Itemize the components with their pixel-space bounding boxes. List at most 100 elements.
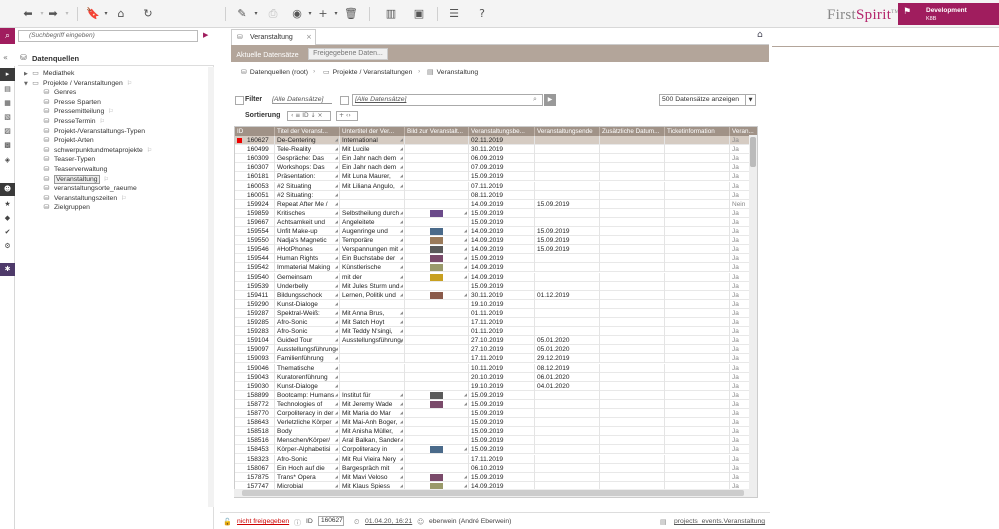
column-header[interactable]: Untertitel der Ver... bbox=[340, 127, 405, 136]
column-header[interactable]: Titel der Veranst... bbox=[275, 127, 340, 136]
tree-item[interactable]: ⛁ Teaserverwaltung bbox=[42, 164, 108, 174]
table-name[interactable]: projects_events.Veranstaltung bbox=[674, 518, 765, 525]
add-dropdown-icon[interactable]: ▾ bbox=[328, 6, 344, 22]
table-row[interactable]: 159030 Kunst-Dialoge ◢ 19.10.2019 04.01.2020… bbox=[235, 381, 757, 391]
table-row[interactable]: 159924 Repeat After Me / ◢ 14.09.2019 15.09.… bbox=[235, 199, 757, 209]
tree-perspective-icon[interactable]: ▸ bbox=[0, 68, 15, 81]
search-icon[interactable]: ⌕ bbox=[0, 28, 15, 44]
breadcrumb-item-folder[interactable]: ▭ Projekte / Veranstaltungen bbox=[323, 68, 412, 76]
column-header[interactable]: Ticketinformation bbox=[665, 127, 730, 136]
table-row[interactable]: 160499 Tele-Reality ◢ Mit Lucile ◢ 30.11.2019… bbox=[235, 145, 757, 155]
tree-item[interactable]: ⛁ Veranstaltungszeiten ⚐ bbox=[42, 193, 127, 203]
tree-item[interactable]: ⛁ schwerpunktundmetaprojekte ⚐ bbox=[42, 145, 153, 155]
image-thumbnail[interactable] bbox=[430, 228, 443, 235]
tree-item[interactable]: ⛁ Projekt-/Veranstaltungs-Typen bbox=[42, 126, 146, 136]
collapse-panel-icon[interactable]: « bbox=[3, 53, 8, 62]
check-icon[interactable]: ✔ bbox=[0, 226, 15, 239]
edit-dropdown-icon[interactable]: ▾ bbox=[248, 6, 264, 22]
tree-item[interactable]: ⛁ Teaser-Typen bbox=[42, 154, 96, 164]
list-icon[interactable]: ☰ bbox=[446, 6, 462, 22]
image-thumbnail[interactable] bbox=[430, 264, 443, 272]
content-store-icon[interactable]: ▧ bbox=[0, 111, 15, 124]
table-row[interactable]: 160627 De-Centering ◢ International ◢ 02.11.2… bbox=[235, 136, 757, 146]
tab-current-records[interactable]: Aktuelle Datensätze bbox=[232, 49, 303, 62]
search-go-icon[interactable]: ▶ bbox=[203, 31, 208, 39]
table-row[interactable]: 159542 Immaterial Making ◢ Künstlerische ◢ ◢ 1… bbox=[235, 263, 757, 273]
table-row[interactable]: 159544 Human Rights ◢ Ein Buchstabe der ◢ ◢ 15… bbox=[235, 254, 757, 264]
table-row[interactable]: 159411 Bildungsschock ◢ Lernen, Politik und… bbox=[235, 290, 757, 300]
release-status[interactable]: nicht freigegeben bbox=[237, 518, 289, 525]
refresh-icon[interactable]: ↻ bbox=[140, 6, 156, 22]
table-vertical-scroll-thumb[interactable] bbox=[750, 137, 756, 167]
tasks-icon[interactable]: ★ bbox=[0, 198, 15, 211]
tree-item[interactable]: ⛁ Veranstaltung ⚐ bbox=[42, 174, 109, 184]
tree-item[interactable]: ⛁ Zielgruppen bbox=[42, 202, 90, 212]
bookmark-dropdown-icon[interactable]: ▾ bbox=[98, 6, 114, 22]
close-icon[interactable]: × bbox=[306, 33, 312, 41]
help-icon[interactable]: ? bbox=[474, 6, 490, 22]
table-row[interactable]: 157875 Trans* Opera ◢ Mit Mavi Veloso ◢ ◢ 15.0… bbox=[235, 472, 757, 482]
plugin-icon[interactable]: ✱ bbox=[0, 263, 15, 276]
image-thumbnail[interactable] bbox=[430, 273, 443, 281]
project-badge[interactable]: ⚑ Development K8B bbox=[898, 3, 999, 25]
tree-item[interactable]: ▼ ▭ Projekte / Veranstaltungen ⚐ bbox=[24, 78, 132, 88]
tab-released-records[interactable]: Freigegebene Daten... bbox=[308, 48, 388, 60]
site-store-icon[interactable]: ▦ bbox=[0, 97, 15, 110]
table-row[interactable]: 160053 #2 Situating ◢ Mit Liliana Angulo, ◢ 0… bbox=[235, 181, 757, 191]
stats-icon[interactable]: ▥ bbox=[383, 6, 399, 22]
image-thumbnail[interactable] bbox=[430, 209, 443, 217]
tree-scrollbar[interactable] bbox=[208, 67, 214, 507]
column-header[interactable]: Bild zur Veranstalt... bbox=[405, 127, 469, 136]
table-row[interactable]: 159554 Unfit Make-up ◢ Augenringe und ◢ ◢ 14.0… bbox=[235, 227, 757, 237]
table-row[interactable]: 159287 Spektral-Weiß: ◢ Mit Anna Brus, ◢ 01.1… bbox=[235, 308, 757, 318]
settings-icon[interactable]: ⚙ bbox=[0, 240, 15, 253]
image-thumbnail[interactable] bbox=[430, 246, 443, 254]
table-row[interactable]: 158453 Körper-Alphabetisi ◢ Corpoliteracy i… bbox=[235, 445, 757, 455]
table-row[interactable]: 158518 Body ◢ Mit Anisha Müller, ◢ 15.09.2019… bbox=[235, 427, 757, 437]
table-row[interactable]: 160181 Präsentation: ◢ Mit Luna Maurer, ◢ 15.… bbox=[235, 172, 757, 182]
table-row[interactable]: 158323 Afro-Sonic ◢ Mit Rui Vieira Nery ◢ 17.… bbox=[235, 454, 757, 464]
table-row[interactable]: 159283 Afro-Sonic ◢ Mit Teddy N'singi, ◢ 01.1… bbox=[235, 327, 757, 337]
bookmark-panel-icon[interactable]: ◆ bbox=[0, 212, 15, 225]
table-row[interactable]: 160309 Gespräche: Das ◢ Ein Jahr nach dem ◢ 0… bbox=[235, 154, 757, 164]
data-store-icon[interactable]: ▩ bbox=[0, 139, 15, 152]
table-row[interactable]: 158516 Menschen/Körper/◢ Aral Balkan, Sand… bbox=[235, 436, 757, 446]
table-row[interactable]: 158067 Ein Hoch auf die ◢ Bargespräch mit ◢ 0… bbox=[235, 463, 757, 473]
tree-item[interactable]: ⛁ veranstaltungsorte_raeume bbox=[42, 183, 137, 193]
filter-checkbox[interactable] bbox=[235, 96, 244, 105]
tree-item[interactable]: ⛁ Presse Sparten bbox=[42, 97, 101, 107]
table-row[interactable]: 159539 Underbelly ◢ Mit Jules Sturm und ◢ 15.… bbox=[235, 281, 757, 291]
table-row[interactable]: 159104 Guided Tour ◢ Ausstellungsführung, ◢ 2… bbox=[235, 336, 757, 346]
change-date[interactable]: 01.04.20, 16:21 bbox=[365, 518, 412, 525]
tree-item[interactable]: ⛁ Projekt-Arten bbox=[42, 135, 94, 145]
table-row[interactable]: 159043 Kuratorenführung ◢ 20.10.2019 06.01.2… bbox=[235, 372, 757, 382]
tree-item[interactable]: ▶ ▭ Mediathek bbox=[24, 68, 74, 78]
expand-icon[interactable]: ▼ bbox=[24, 79, 31, 89]
query-checkbox[interactable] bbox=[340, 96, 349, 105]
column-header[interactable]: Veranstaltungsbe... bbox=[469, 127, 535, 136]
home-icon[interactable]: ⌂ bbox=[757, 30, 763, 40]
table-row[interactable]: 159546 #HotPhones ◢ Verspannungen mit ◢ ◢ 14.0… bbox=[235, 245, 757, 255]
table-vertical-scrollbar[interactable] bbox=[749, 135, 757, 497]
image-thumbnail[interactable] bbox=[430, 446, 443, 454]
forward-dropdown-icon[interactable]: ▾ bbox=[59, 6, 75, 22]
filter-select[interactable]: [Alle Datensätze] bbox=[272, 96, 332, 104]
table-row[interactable]: 160307 Workshops: Das ◢ Ein Jahr nach dem ◢ 0… bbox=[235, 163, 757, 173]
template-store-icon[interactable]: ◈ bbox=[0, 154, 15, 167]
delete-icon[interactable]: 🗑 bbox=[343, 6, 359, 22]
add-sort-button[interactable]: + ‹› bbox=[336, 111, 358, 121]
table-row[interactable]: 159859 Kritisches ◢ Selbstheilung durch ◢ ◢ 15… bbox=[235, 208, 757, 218]
page-store-icon[interactable]: ▤ bbox=[0, 83, 15, 96]
table-row[interactable]: 159097 Ausstellungsführung ◢ 27.10.2019 05.0… bbox=[235, 345, 757, 355]
table-row[interactable]: 160051 #2 Situating: ◢ 08.11.2019 Ja bbox=[235, 190, 757, 200]
apply-filter-button[interactable]: ▶ bbox=[544, 94, 556, 106]
table-row[interactable]: 158770 Corpoliteracy in der ◢ Mit Maria do … bbox=[235, 409, 757, 419]
breadcrumb-item-root[interactable]: ⛁ Datenquellen (root) bbox=[241, 68, 308, 76]
release-icon[interactable]: ⎙ bbox=[265, 6, 281, 22]
tab-veranstaltung[interactable]: ⛁ Veranstaltung × bbox=[231, 29, 316, 45]
image-thumbnail[interactable] bbox=[430, 255, 443, 263]
media-store-icon[interactable]: ▨ bbox=[0, 125, 15, 138]
table-row[interactable]: 159550 Nadja's Magnetic ◢ Temporäre ◢ ◢ 14.09.… bbox=[235, 236, 757, 246]
table-row[interactable]: 159093 Familienführung ◢ 17.11.2019 29.12.20… bbox=[235, 354, 757, 364]
table-horizontal-scroll-thumb[interactable] bbox=[242, 490, 744, 496]
